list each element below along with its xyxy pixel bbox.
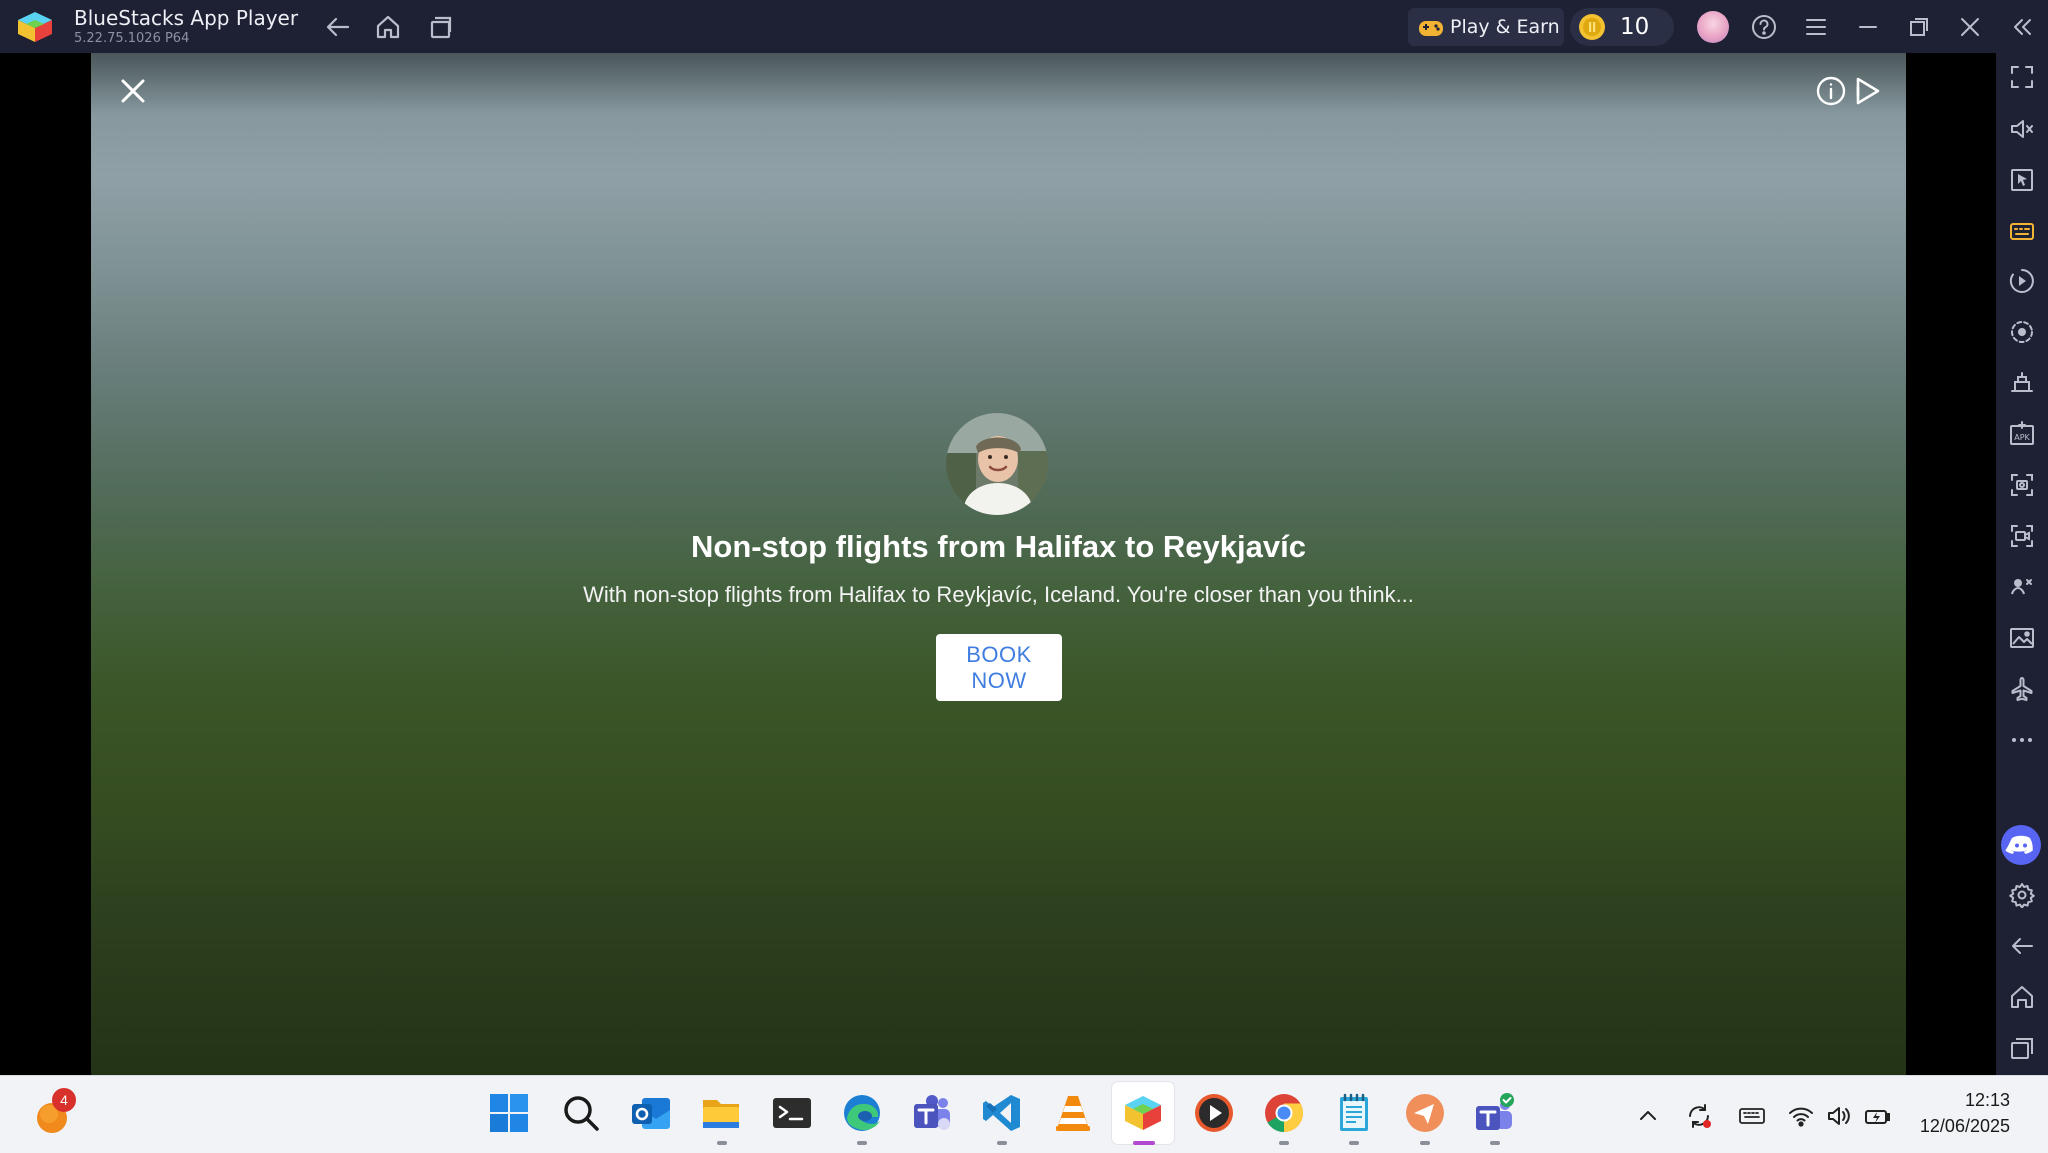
running-indicator — [857, 1141, 867, 1145]
volume-mute-icon[interactable] — [2009, 116, 2035, 142]
terminal-icon[interactable] — [771, 1092, 813, 1134]
edge-browser-icon[interactable] — [841, 1092, 883, 1134]
bluestacks-taskbar-icon[interactable] — [1122, 1092, 1164, 1134]
android-back-icon[interactable] — [2009, 933, 2035, 959]
play-and-earn-button[interactable]: Play & Earn — [1408, 8, 1564, 46]
discord-icon — [2005, 835, 2033, 854]
running-indicator — [1349, 1141, 1359, 1145]
vscode-icon[interactable] — [981, 1092, 1023, 1134]
coin-icon — [1579, 14, 1605, 40]
coin-balance[interactable]: 10 — [1570, 8, 1674, 46]
minimize-icon[interactable] — [1854, 13, 1882, 41]
keyboard-icon[interactable] — [1738, 1102, 1766, 1130]
user-avatar[interactable] — [1697, 11, 1729, 43]
running-indicator — [717, 1141, 727, 1145]
running-indicator — [1279, 1141, 1289, 1145]
cursor-lock-icon[interactable] — [2009, 167, 2035, 193]
title-bar: BlueStacks App Player 5.22.75.1026 P64 P… — [0, 0, 2048, 53]
media-manager-icon[interactable] — [2009, 625, 2035, 651]
file-explorer-icon[interactable] — [700, 1092, 742, 1134]
advertiser-avatar — [946, 413, 1048, 515]
airplane-mode-icon[interactable] — [2009, 676, 2035, 702]
wifi-icon[interactable] — [1787, 1102, 1815, 1130]
clock-time[interactable]: 12:13 — [1900, 1090, 2010, 1111]
feedback-hub-icon[interactable] — [1404, 1092, 1446, 1134]
emulator-screen[interactable]: Non-stop flights from Halifax to Reykjav… — [0, 53, 1996, 1075]
settings-gear-icon[interactable] — [2009, 882, 2035, 908]
back-icon[interactable] — [324, 13, 352, 41]
show-hidden-icons-chevron-up-icon[interactable] — [1634, 1102, 1662, 1130]
volume-icon[interactable] — [1825, 1102, 1853, 1130]
menu-icon[interactable] — [1802, 13, 1830, 41]
weather-notification-badge: 4 — [52, 1088, 76, 1112]
teams-work-icon[interactable] — [1474, 1092, 1516, 1134]
teams-icon[interactable] — [912, 1092, 954, 1134]
svg-text:APK: APK — [2014, 433, 2030, 442]
keyboard-controls-icon[interactable] — [2009, 218, 2035, 244]
discord-button[interactable] — [2001, 825, 2041, 865]
android-recents-icon[interactable] — [2009, 1035, 2035, 1061]
ad-title: Non-stop flights from Halifax to Reykjav… — [691, 529, 1306, 564]
help-icon[interactable] — [1750, 13, 1778, 41]
windows-start-icon[interactable] — [488, 1092, 530, 1134]
play-and-earn-label: Play & Earn — [1450, 16, 1560, 38]
home-icon[interactable] — [374, 13, 402, 41]
clock-date[interactable]: 12/06/2025 — [1900, 1116, 2010, 1137]
app-title: BlueStacks App Player — [74, 6, 299, 30]
fullscreen-ad[interactable]: Non-stop flights from Halifax to Reykjav… — [91, 53, 1906, 1075]
restore-icon[interactable] — [1905, 13, 1933, 41]
battery-charging-icon[interactable] — [1864, 1102, 1892, 1130]
fullscreen-icon[interactable] — [2009, 64, 2035, 90]
running-indicator — [1490, 1141, 1500, 1145]
sync-icon[interactable] — [2009, 319, 2035, 345]
screen-record-icon[interactable] — [2009, 523, 2035, 549]
recent-apps-icon[interactable] — [426, 13, 454, 41]
right-sidebar: APK — [1996, 53, 2048, 1075]
vlc-icon[interactable] — [1052, 1092, 1094, 1134]
ad-info-icon[interactable] — [1815, 75, 1847, 107]
active-indicator — [1133, 1141, 1155, 1145]
coin-count: 10 — [1620, 14, 1650, 40]
ad-choices-icon[interactable] — [1853, 75, 1883, 107]
book-now-button[interactable]: BOOK NOW — [936, 634, 1062, 701]
app-version: 5.22.75.1026 P64 — [74, 31, 190, 46]
close-ad-icon[interactable] — [115, 73, 151, 109]
install-apk-icon[interactable]: APK — [2009, 421, 2035, 447]
multi-instance-icon[interactable] — [2009, 370, 2035, 396]
more-icon[interactable] — [2009, 727, 2035, 753]
advertiser-photo-icon — [946, 413, 1048, 515]
windows-taskbar: 4 12:13 12/06/2025 — [0, 1075, 2048, 1153]
screenshot-icon[interactable] — [2009, 472, 2035, 498]
ad-description: With non-stop flights from Halifax to Re… — [583, 582, 1414, 607]
close-window-icon[interactable] — [1956, 13, 1984, 41]
shake-icon[interactable] — [2009, 574, 2035, 600]
media-player-icon[interactable] — [1193, 1092, 1235, 1134]
gamepad-icon — [1419, 21, 1443, 36]
running-indicator — [997, 1141, 1007, 1145]
macro-recorder-icon[interactable] — [2009, 268, 2035, 294]
notepad-icon[interactable] — [1333, 1092, 1375, 1134]
collapse-sidebar-icon[interactable] — [2008, 13, 2036, 41]
bluestacks-logo-icon — [18, 12, 52, 42]
chrome-icon[interactable] — [1263, 1092, 1305, 1134]
android-home-icon[interactable] — [2009, 984, 2035, 1010]
outlook-icon[interactable] — [630, 1092, 672, 1134]
sync-status-icon[interactable] — [1685, 1102, 1713, 1130]
running-indicator — [1420, 1141, 1430, 1145]
search-icon[interactable] — [560, 1092, 602, 1134]
